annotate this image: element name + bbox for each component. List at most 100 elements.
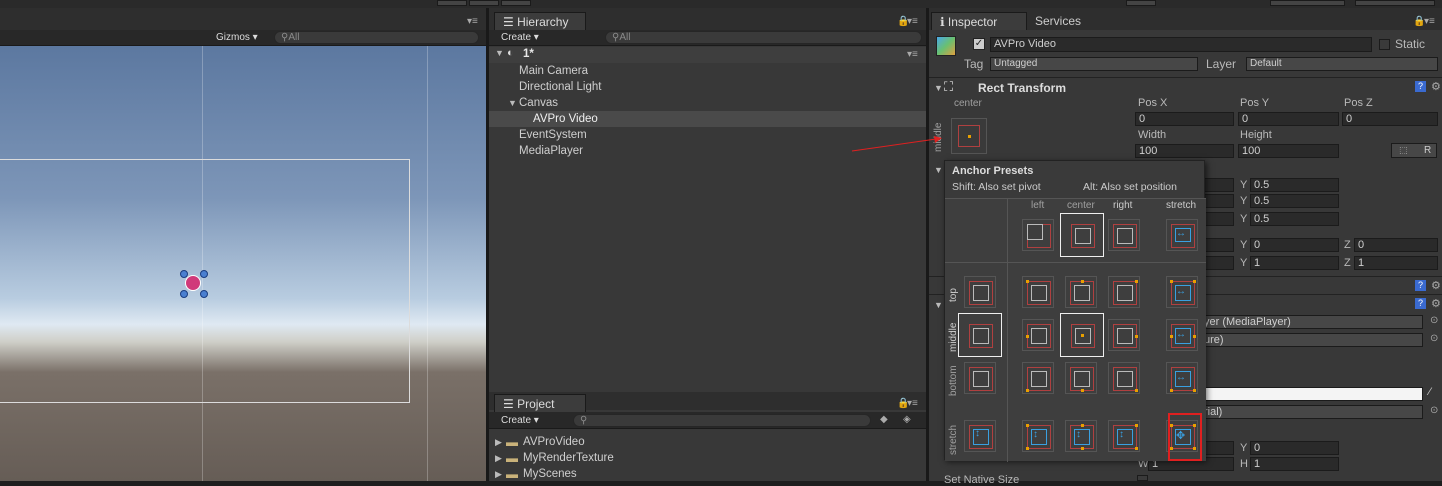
uv-y-field[interactable]: 0 — [1250, 441, 1339, 455]
object-name-field[interactable]: AVPro Video — [990, 37, 1372, 52]
project-folder[interactable]: AVProVideo — [523, 434, 585, 450]
layer-dropdown[interactable]: Default — [1246, 57, 1438, 71]
anchor-preset-top-stretch[interactable]: ↔ — [1166, 276, 1198, 308]
step-button[interactable] — [501, 0, 531, 6]
scene-search-input[interactable]: ⚲All — [274, 31, 479, 44]
rect-tool-handle-icon[interactable] — [178, 268, 208, 298]
hierarchy-search-input[interactable]: ⚲All — [605, 31, 922, 44]
raw-edit-button[interactable]: R — [1424, 145, 1431, 156]
filter-label-icon[interactable]: ◈ — [903, 414, 911, 425]
gear-icon[interactable]: ⚙ — [1431, 297, 1441, 310]
hierarchy-item[interactable]: AVPro Video — [533, 111, 598, 127]
media-player-field[interactable]: yer (MediaPlayer) — [1200, 315, 1423, 329]
anchor-preset-middle-v[interactable] — [958, 313, 1002, 357]
active-checkbox[interactable]: ✓ — [973, 38, 985, 50]
material-field[interactable]: rial) — [1200, 405, 1423, 419]
project-search-input[interactable]: ⚲ — [573, 414, 871, 427]
posy-field[interactable]: 0 — [1238, 112, 1339, 126]
hierarchy-item[interactable]: Canvas — [519, 95, 558, 111]
gear-icon[interactable]: ⚙ — [1431, 279, 1441, 292]
color-field[interactable] — [1200, 387, 1423, 401]
anchor-preset-stretch-v[interactable]: ↕ — [964, 420, 996, 452]
expand-arrow-icon[interactable]: ▼ — [934, 83, 943, 93]
anchor-max-y-field[interactable]: 0.5 — [1250, 194, 1339, 208]
object-picker-icon[interactable]: ⊙ — [1430, 333, 1438, 344]
scale-z-field[interactable]: 1 — [1354, 256, 1438, 270]
object-picker-icon[interactable]: ⊙ — [1430, 405, 1438, 416]
texture-field[interactable]: ure) — [1200, 333, 1423, 347]
help-icon[interactable]: ? — [1415, 280, 1426, 291]
anchor-preset-middle-center[interactable] — [1060, 313, 1104, 357]
posz-field[interactable]: 0 — [1342, 112, 1438, 126]
anchor-preset-stretch-h[interactable]: ↔ — [1166, 219, 1198, 251]
anchor-preset-top-right[interactable] — [1108, 276, 1140, 308]
anchor-preset-center-h[interactable] — [1060, 213, 1104, 257]
hierarchy-item[interactable]: Directional Light — [519, 79, 601, 95]
blueprint-raw-buttons[interactable]: ⬚ R — [1391, 143, 1437, 158]
anchor-preset-top-left[interactable] — [1022, 276, 1054, 308]
anchor-preset-bottom-right[interactable] — [1108, 362, 1140, 394]
panel-menu-icon[interactable]: ▾≡ — [907, 398, 918, 409]
anchor-preset-bottom-left[interactable] — [1022, 362, 1054, 394]
uv-h-field[interactable]: 1 — [1250, 457, 1339, 471]
help-icon[interactable]: ? — [1415, 81, 1426, 92]
scene-viewport[interactable] — [0, 46, 486, 481]
project-create-button[interactable]: Create ▾ — [495, 414, 545, 428]
hierarchy-item[interactable]: EventSystem — [519, 127, 587, 143]
rotation-y-field[interactable]: 0 — [1250, 238, 1339, 252]
blueprint-icon[interactable]: ⬚ — [1399, 145, 1408, 156]
expand-arrow-icon[interactable]: ▼ — [934, 165, 943, 175]
expand-arrow-icon[interactable]: ▼ — [495, 48, 504, 58]
anchor-preset-right-h[interactable] — [1108, 219, 1140, 251]
anchor-preset-middle-left[interactable] — [1022, 319, 1054, 351]
scene-view[interactable]: ▾≡ Gizmos ▾ ⚲All — [0, 8, 486, 481]
scale-y-field[interactable]: 1 — [1250, 256, 1339, 270]
anchor-preset-middle-right[interactable] — [1108, 319, 1140, 351]
anchor-preset-stretch-right[interactable]: ↕ — [1108, 420, 1140, 452]
panel-menu-icon[interactable]: ▾≡ — [467, 16, 478, 27]
tag-dropdown[interactable]: Untagged — [990, 57, 1198, 71]
pause-button[interactable] — [469, 0, 499, 6]
anchor-preset-middle-stretch[interactable]: ↔ — [1166, 319, 1198, 351]
expand-arrow-icon[interactable]: ▼ — [508, 98, 517, 108]
panel-menu-icon[interactable]: ▾≡ — [907, 16, 918, 27]
expand-arrow-icon[interactable]: ▼ — [934, 300, 943, 310]
posx-field[interactable]: 0 — [1135, 112, 1234, 126]
object-picker-icon[interactable]: ⊙ — [1430, 315, 1438, 326]
anchor-preset-bottom-center[interactable] — [1065, 362, 1097, 394]
project-folder[interactable]: MyScenes — [523, 466, 577, 482]
expand-arrow-icon[interactable]: ▶ — [495, 453, 502, 464]
anchor-preset-top-left-h[interactable] — [1022, 219, 1054, 251]
anchor-min-y-field[interactable]: 0.5 — [1250, 178, 1339, 192]
expand-arrow-icon[interactable]: ▶ — [495, 437, 502, 448]
hierarchy-create-button[interactable]: Create ▾ — [495, 31, 545, 45]
native-size-checkbox[interactable] — [1137, 475, 1148, 481]
anchor-preset-top-center[interactable] — [1065, 276, 1097, 308]
hierarchy-item[interactable]: MediaPlayer — [519, 143, 583, 159]
cloud-button[interactable] — [1126, 0, 1156, 6]
anchor-preset-stretch-center[interactable]: ↕ — [1065, 420, 1097, 452]
width-field[interactable]: 100 — [1135, 144, 1234, 158]
anchor-preset-top-v[interactable] — [964, 276, 996, 308]
anchor-preset-button[interactable] — [951, 118, 987, 154]
rotation-z-field[interactable]: 0 — [1354, 238, 1438, 252]
panel-menu-icon[interactable]: ▾≡ — [1424, 16, 1435, 27]
height-field[interactable]: 100 — [1238, 144, 1339, 158]
layers-dropdown[interactable] — [1270, 0, 1345, 6]
hierarchy-item[interactable]: Main Camera — [519, 63, 588, 79]
play-button[interactable] — [437, 0, 467, 6]
gear-icon[interactable]: ⚙ — [1431, 80, 1441, 93]
anchor-preset-bottom-stretch[interactable]: ↔ — [1166, 362, 1198, 394]
anchor-preset-stretch-left[interactable]: ↕ — [1022, 420, 1054, 452]
layout-dropdown[interactable] — [1355, 0, 1435, 6]
tab-hierarchy[interactable]: ☰ Hierarchy — [494, 12, 586, 30]
expand-arrow-icon[interactable]: ▶ — [495, 469, 502, 480]
tab-inspector[interactable]: ℹ Inspector — [931, 12, 1027, 30]
filter-type-icon[interactable]: ◆ — [880, 414, 888, 425]
gizmos-dropdown[interactable]: Gizmos ▾ — [210, 31, 264, 45]
static-checkbox[interactable] — [1379, 39, 1390, 50]
eyedropper-icon[interactable]: ⁄ — [1429, 386, 1431, 398]
scene-menu-icon[interactable]: ▾≡ — [907, 49, 918, 60]
help-icon[interactable]: ? — [1415, 298, 1426, 309]
tab-project[interactable]: ☰ Project — [494, 394, 586, 412]
